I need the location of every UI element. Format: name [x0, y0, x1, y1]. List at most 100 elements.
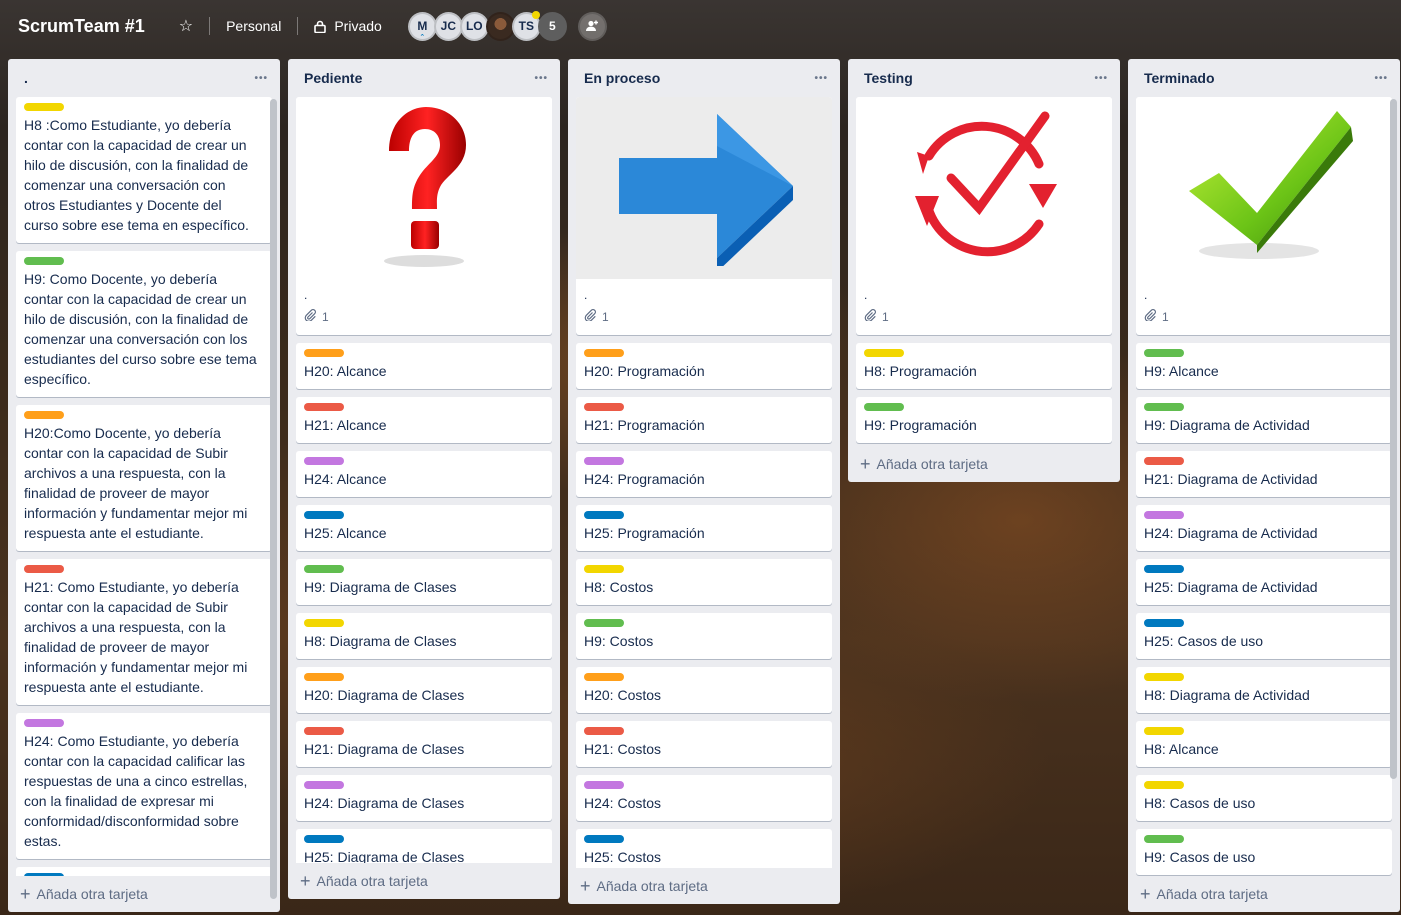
member-count-button[interactable]: 5	[537, 11, 567, 41]
avatar[interactable]: LO	[459, 11, 489, 41]
star-button[interactable]: ☆	[167, 10, 205, 42]
board-title[interactable]: ScrumTeam #1	[18, 16, 145, 37]
more-options-icon[interactable]: •••	[1374, 73, 1388, 84]
card-label-orange[interactable]	[24, 411, 64, 419]
card[interactable]: H8: Programación	[856, 343, 1112, 389]
card[interactable]: H24: Costos	[576, 775, 832, 821]
card[interactable]: H25: Diagrama de Actividad	[1136, 559, 1392, 605]
avatar[interactable]: JC	[433, 11, 463, 41]
card[interactable]: H24: Como Estudiante, yo debería contar …	[16, 713, 272, 859]
card[interactable]: H8: Diagrama de Clases	[296, 613, 552, 659]
list-title[interactable]: .	[24, 70, 28, 86]
list-scrollbar[interactable]	[270, 99, 277, 899]
card-label-orange[interactable]	[304, 349, 344, 357]
card[interactable]: H8: Casos de uso	[1136, 775, 1392, 821]
card[interactable]: H8: Diagrama de Actividad	[1136, 667, 1392, 713]
card[interactable]: H24: Alcance	[296, 451, 552, 497]
card-label-red[interactable]	[1144, 457, 1184, 465]
visibility-button[interactable]: Privado	[302, 10, 393, 42]
card[interactable]: H9: Diagrama de Clases	[296, 559, 552, 605]
invite-member-button[interactable]	[577, 11, 607, 41]
card[interactable]: H25: Alcance	[296, 505, 552, 551]
card-label-purple[interactable]	[304, 457, 344, 465]
more-options-icon[interactable]: •••	[814, 73, 828, 84]
card-label-red[interactable]	[584, 403, 624, 411]
list-header[interactable]: Pediente •••	[288, 59, 560, 97]
list-header[interactable]: En proceso •••	[568, 59, 840, 97]
card-label-blue[interactable]	[1144, 619, 1184, 627]
avatar[interactable]: TS	[511, 10, 541, 41]
card[interactable]: H25: Costos	[576, 829, 832, 868]
card[interactable]: H21: Alcance	[296, 397, 552, 443]
list-title[interactable]: Terminado	[1144, 70, 1215, 86]
card[interactable]: H21: Diagrama de Clases	[296, 721, 552, 767]
card[interactable]: H21: Como Estudiante, yo debería contar …	[16, 559, 272, 705]
avatar[interactable]: M ⌃	[407, 11, 437, 41]
card[interactable]: H8: Alcance	[1136, 721, 1392, 767]
card[interactable]: H25: Programación	[576, 505, 832, 551]
card-label-green[interactable]	[1144, 835, 1184, 843]
card-label-orange[interactable]	[304, 673, 344, 681]
add-card-button[interactable]: + Añada otra tarjeta	[8, 876, 280, 912]
card-label-green[interactable]	[584, 619, 624, 627]
card-label-green[interactable]	[24, 257, 64, 265]
more-options-icon[interactable]: •••	[1094, 73, 1108, 84]
card-label-purple[interactable]	[24, 719, 64, 727]
card-label-blue[interactable]	[584, 511, 624, 519]
add-card-button[interactable]: + Añada otra tarjeta	[1128, 876, 1400, 912]
card-label-blue[interactable]	[304, 835, 344, 843]
card-label-orange[interactable]	[584, 349, 624, 357]
card-label-purple[interactable]	[304, 781, 344, 789]
card[interactable]: H21: Costos	[576, 721, 832, 767]
card-label-purple[interactable]	[1144, 511, 1184, 519]
card-label-green[interactable]	[1144, 349, 1184, 357]
list-header[interactable]: Terminado •••	[1128, 59, 1400, 97]
list-title[interactable]: En proceso	[584, 70, 660, 86]
list-header[interactable]: Testing •••	[848, 59, 1120, 97]
add-card-button[interactable]: + Añada otra tarjeta	[848, 446, 1120, 482]
card[interactable]: H20:Como Docente, yo debería contar con …	[16, 405, 272, 551]
card[interactable]: H9: Costos	[576, 613, 832, 659]
card-label-yellow[interactable]	[1144, 727, 1184, 735]
card-label-purple[interactable]	[584, 457, 624, 465]
card-label-red[interactable]	[304, 403, 344, 411]
avatar-photo[interactable]	[485, 11, 515, 41]
card-label-orange[interactable]	[584, 673, 624, 681]
card-label-red[interactable]	[24, 565, 64, 573]
card[interactable]: H8: Costos	[576, 559, 832, 605]
card-label-yellow[interactable]	[1144, 673, 1184, 681]
more-options-icon[interactable]: •••	[534, 73, 548, 84]
more-options-icon[interactable]: •••	[254, 73, 268, 84]
card[interactable]: H20: Alcance	[296, 343, 552, 389]
card[interactable]: H9: Alcance	[1136, 343, 1392, 389]
card-label-yellow[interactable]	[24, 103, 64, 111]
list-header[interactable]: . •••	[8, 59, 280, 97]
card[interactable]: H24: Diagrama de Actividad	[1136, 505, 1392, 551]
card[interactable]: H9: Casos de uso	[1136, 829, 1392, 875]
card[interactable]: H25: Diagrama de Clases	[296, 829, 552, 863]
card[interactable]: H20: Diagrama de Clases	[296, 667, 552, 713]
card-label-yellow[interactable]	[864, 349, 904, 357]
card[interactable]: H25: Casos de uso	[1136, 613, 1392, 659]
card-label-blue[interactable]	[24, 873, 64, 876]
card[interactable]	[16, 867, 272, 876]
card-label-blue[interactable]	[1144, 565, 1184, 573]
card-label-yellow[interactable]	[584, 565, 624, 573]
card[interactable]: H20: Costos	[576, 667, 832, 713]
card-label-green[interactable]	[1144, 403, 1184, 411]
card-label-blue[interactable]	[584, 835, 624, 843]
card[interactable]: H21: Diagrama de Actividad	[1136, 451, 1392, 497]
add-card-button[interactable]: + Añada otra tarjeta	[288, 863, 560, 899]
card[interactable]: H20: Programación	[576, 343, 832, 389]
card[interactable]: .1	[576, 97, 832, 335]
card-label-green[interactable]	[864, 403, 904, 411]
card[interactable]: H9: Como Docente, yo debería contar con …	[16, 251, 272, 397]
card[interactable]: H21: Programación	[576, 397, 832, 443]
card[interactable]: H9: Diagrama de Actividad	[1136, 397, 1392, 443]
card[interactable]: H24: Diagrama de Clases	[296, 775, 552, 821]
card-label-blue[interactable]	[304, 511, 344, 519]
card-label-red[interactable]	[584, 727, 624, 735]
card[interactable]: H8 :Como Estudiante, yo debería contar c…	[16, 97, 272, 243]
list-scrollbar[interactable]	[1390, 99, 1397, 779]
card[interactable]: .1	[296, 97, 552, 335]
